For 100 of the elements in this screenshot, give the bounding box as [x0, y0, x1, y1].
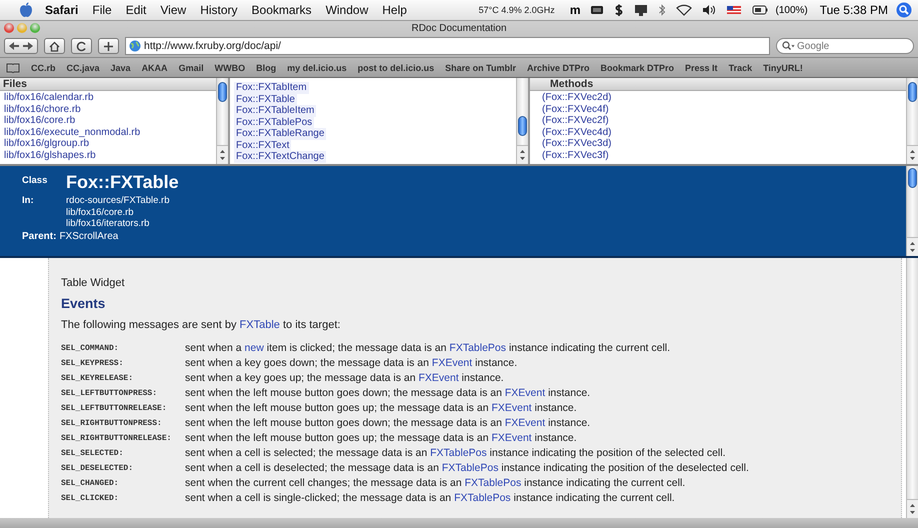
- bluetooth-icon[interactable]: [658, 3, 666, 17]
- parent-class: FXScrollArea: [59, 230, 118, 242]
- search-icon[interactable]: [896, 2, 912, 18]
- scrollbar[interactable]: [216, 78, 228, 164]
- home-button[interactable]: [44, 38, 65, 54]
- file-link[interactable]: lib/fox16/chore.rb: [0, 104, 216, 115]
- bookmark-link[interactable]: CC.rb: [31, 62, 56, 72]
- display-icon[interactable]: [590, 3, 604, 17]
- scroll-thumb[interactable]: [218, 82, 227, 102]
- back-forward-button[interactable]: [4, 38, 38, 54]
- method-link[interactable]: (Fox::FXVec4f): [530, 104, 906, 115]
- method-link[interactable]: (Fox::FXVec3f): [530, 150, 906, 161]
- class-link[interactable]: Fox::FXText: [234, 140, 292, 151]
- link[interactable]: FXEvent: [504, 417, 546, 429]
- bookmark-link[interactable]: Gmail: [178, 62, 204, 72]
- monitor-icon[interactable]: [634, 3, 648, 17]
- scrollbar[interactable]: [906, 78, 918, 164]
- method-link[interactable]: (Fox::FXVec3d): [530, 138, 906, 150]
- link[interactable]: FXTable: [240, 319, 280, 331]
- file-link[interactable]: lib/fox16/glshapes.rb: [0, 150, 216, 161]
- event-description: sent when a cell is single-clicked; the message data is an FXTablePos instance indicating the current cell.: [185, 492, 676, 505]
- bookmark-link[interactable]: Blog: [256, 62, 276, 72]
- class-link[interactable]: Fox::FXTable: [234, 94, 297, 105]
- scroll-thumb[interactable]: [908, 168, 917, 188]
- event-description: sent when a cell is selected; the message data is an FXTablePos instance indicating the position of the selected cell.: [185, 447, 726, 460]
- scrollbar[interactable]: [516, 78, 528, 164]
- class-label: Class: [22, 174, 48, 188]
- bookmark-link[interactable]: Share on Tumblr: [445, 62, 516, 72]
- link[interactable]: FXEvent: [504, 387, 546, 399]
- parent-label: Parent:: [22, 230, 56, 242]
- event-name: SEL_LEFTBUTTONPRESS:: [61, 388, 158, 400]
- app-menu[interactable]: Safari: [38, 3, 86, 17]
- class-name: Fox::FXTable: [66, 172, 180, 193]
- bookmark-link[interactable]: Bookmark DTPro: [600, 62, 674, 72]
- dollar-icon[interactable]: [614, 3, 624, 17]
- class-link[interactable]: Fox::FXTableRange: [234, 128, 326, 140]
- menu-item[interactable]: File: [85, 3, 119, 17]
- method-link[interactable]: (Fox::FXVec2f): [530, 115, 906, 126]
- class-link[interactable]: Fox::FXTablePos: [234, 116, 314, 128]
- bookmark-link[interactable]: CC.java: [66, 62, 100, 72]
- reload-button[interactable]: [71, 38, 92, 54]
- link[interactable]: FXTablePos: [430, 447, 487, 459]
- link[interactable]: new: [244, 342, 264, 354]
- file-link[interactable]: lib/fox16/glgroup.rb: [0, 138, 216, 150]
- menu-item[interactable]: Window: [318, 3, 376, 17]
- event-description: sent when the left mouse button goes down; the message data is an FXEvent instance.: [185, 387, 592, 400]
- event-name: SEL_CLICKED:: [61, 493, 120, 505]
- scrollbar[interactable]: [906, 258, 918, 518]
- link[interactable]: FXTablePos: [449, 342, 506, 354]
- arrow-icon: [9, 42, 33, 50]
- search-field[interactable]: Google: [776, 38, 914, 54]
- bookmark-link[interactable]: Archive DTPro: [526, 62, 590, 72]
- event-name: SEL_COMMAND:: [61, 343, 120, 355]
- bookmarks-icon[interactable]: [6, 62, 20, 72]
- globe-icon: [129, 40, 141, 52]
- menu-item[interactable]: Edit: [118, 3, 154, 17]
- menu-item[interactable]: Help: [375, 3, 414, 17]
- file-link[interactable]: lib/fox16/calendar.rb: [0, 92, 216, 104]
- bookmark-link[interactable]: WWBO: [214, 62, 246, 72]
- flag-icon[interactable]: [726, 3, 742, 17]
- bookmark-link[interactable]: my del.icio.us: [287, 62, 347, 72]
- menu-item[interactable]: View: [153, 3, 194, 17]
- method-link[interactable]: (Fox::FXVec2d): [530, 92, 906, 104]
- bookmark-link[interactable]: post to del.icio.us: [358, 62, 434, 72]
- address-field[interactable]: http://www.fxruby.org/doc/api/: [125, 37, 770, 55]
- clock[interactable]: Tue 5:38 PM: [816, 3, 896, 17]
- bookmark-link[interactable]: TinyURL!: [763, 62, 803, 72]
- battery-icon[interactable]: [752, 3, 768, 17]
- link[interactable]: FXTablePos: [442, 462, 498, 474]
- bookmark-link[interactable]: Java: [110, 62, 131, 72]
- event-name: SEL_KEYRELEASE:: [61, 373, 134, 385]
- menu-item[interactable]: Bookmarks: [244, 3, 319, 17]
- wifi-icon[interactable]: [676, 3, 692, 17]
- battery-percent: (100%): [774, 4, 809, 16]
- link[interactable]: FXEvent: [491, 402, 532, 414]
- file-link[interactable]: lib/fox16/core.rb: [0, 115, 216, 126]
- scrollbar[interactable]: [906, 166, 918, 256]
- status-menu[interactable]: m: [564, 3, 586, 17]
- bookmark-link[interactable]: Press It: [685, 62, 718, 72]
- file-link[interactable]: lib/fox16/execute_nonmodal.rb: [0, 126, 216, 138]
- link[interactable]: FXEvent: [491, 432, 532, 444]
- class-link[interactable]: Fox::FXTabItem: [234, 82, 309, 94]
- event-name: SEL_DESELECTED:: [61, 463, 134, 475]
- menu-item[interactable]: History: [193, 3, 245, 17]
- link[interactable]: FXTablePos: [464, 477, 522, 489]
- method-link[interactable]: (Fox::FXVec4d): [530, 126, 906, 138]
- scroll-thumb[interactable]: [908, 82, 917, 102]
- bookmark-link[interactable]: AKAA: [142, 62, 168, 72]
- close-button[interactable]: [4, 23, 14, 33]
- event-name: SEL_RIGHTBUTTONPRESS:: [61, 418, 163, 430]
- bookmark-link[interactable]: Track: [728, 62, 752, 72]
- add-bookmark-button[interactable]: [98, 38, 119, 54]
- link[interactable]: FXEvent: [418, 372, 459, 384]
- speaker-icon[interactable]: [702, 3, 716, 17]
- event-name: SEL_LEFTBUTTONRELEASE:: [61, 403, 168, 415]
- link[interactable]: FXTablePos: [454, 492, 511, 504]
- link[interactable]: FXEvent: [432, 357, 472, 369]
- class-link[interactable]: Fox::FXTextChange: [234, 151, 326, 162]
- class-link[interactable]: Fox::FXTableItem: [234, 105, 316, 116]
- scroll-thumb[interactable]: [518, 116, 527, 136]
